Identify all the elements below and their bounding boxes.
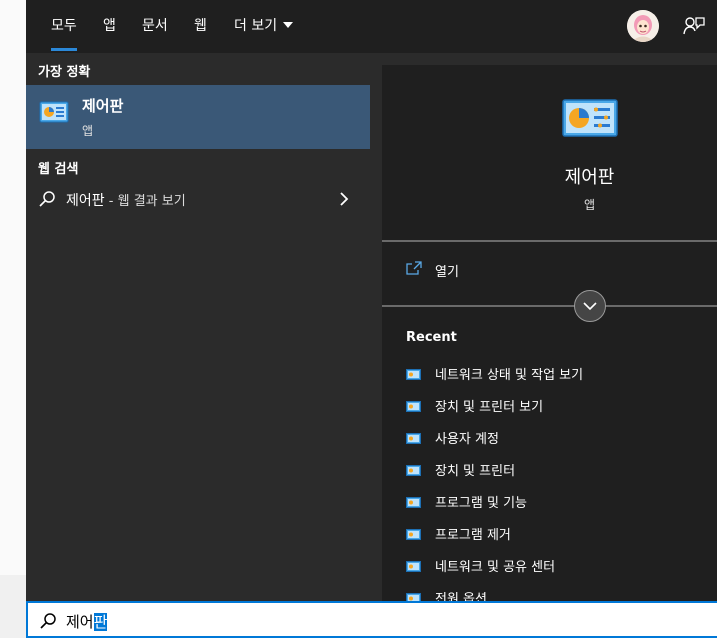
chevron-down-icon bbox=[283, 22, 294, 28]
recent-item[interactable]: 사용자 계정 bbox=[382, 424, 717, 452]
control-panel-small-icon bbox=[406, 397, 421, 412]
control-panel-small-icon bbox=[406, 557, 421, 572]
preview-subtitle: 앱 bbox=[583, 198, 596, 212]
tab-documents[interactable]: 문서 bbox=[142, 0, 168, 53]
tab-apps[interactable]: 앱 bbox=[103, 0, 116, 53]
web-result-query: 제어판 bbox=[66, 193, 105, 209]
divider bbox=[382, 240, 717, 242]
start-search-panel: 모두 앱 문서 웹 더 보기 가장 정확 제어판 앱 웹 검색 제어판 - 웹 … bbox=[26, 0, 717, 601]
preview-pane: 제어판 앱 열기 Recent 네트워크 상태 및 작업 보기 장치 및 프린터… bbox=[382, 65, 717, 601]
best-match-title: 제어판 bbox=[82, 97, 124, 115]
control-panel-small-icon bbox=[406, 589, 421, 601]
control-panel-small-icon bbox=[406, 493, 421, 508]
web-search-result[interactable]: 제어판 - 웹 결과 보기 bbox=[26, 185, 370, 213]
control-panel-large-icon bbox=[562, 99, 618, 137]
recent-item-label: 전원 옵션 bbox=[435, 592, 487, 601]
search-typed-text: 제어 bbox=[66, 613, 94, 631]
recent-item[interactable]: 네트워크 및 공유 센터 bbox=[382, 552, 717, 580]
best-match-subtitle: 앱 bbox=[82, 124, 94, 138]
recent-item-label: 사용자 계정 bbox=[435, 432, 499, 447]
divider bbox=[382, 305, 717, 307]
recent-item[interactable]: 프로그램 및 기능 bbox=[382, 488, 717, 516]
open-label: 열기 bbox=[435, 265, 459, 280]
recent-heading: Recent bbox=[406, 330, 457, 345]
best-match-result[interactable]: 제어판 앱 bbox=[26, 85, 370, 149]
web-search-heading: 웹 검색 bbox=[38, 162, 79, 177]
results-list: 가장 정확 제어판 앱 웹 검색 제어판 - 웹 결과 보기 bbox=[26, 53, 370, 601]
search-icon bbox=[39, 612, 57, 630]
search-box[interactable]: 제어판 bbox=[26, 601, 717, 638]
tab-more[interactable]: 더 보기 bbox=[234, 0, 294, 53]
preview-title: 제어판 bbox=[564, 167, 615, 188]
best-match-heading: 가장 정확 bbox=[38, 65, 91, 80]
control-panel-small-icon bbox=[406, 525, 421, 540]
web-result-suffix: - 웹 결과 보기 bbox=[104, 194, 186, 209]
recent-item-label: 네트워크 및 공유 센터 bbox=[435, 560, 556, 575]
feedback-icon[interactable] bbox=[682, 14, 706, 38]
tab-all[interactable]: 모두 bbox=[51, 0, 77, 53]
control-panel-small-icon bbox=[406, 461, 421, 476]
open-button[interactable]: 열기 bbox=[382, 253, 717, 287]
chevron-right-icon[interactable] bbox=[338, 191, 350, 207]
search-selected-text: 판 bbox=[93, 613, 108, 631]
recent-item-label: 장치 및 프린터 bbox=[435, 464, 516, 479]
filter-tab-bar: 모두 앱 문서 웹 더 보기 bbox=[26, 0, 717, 53]
chevron-down-icon bbox=[583, 302, 597, 311]
recent-item[interactable]: 프로그램 제거 bbox=[382, 520, 717, 548]
user-avatar-icon bbox=[627, 10, 659, 42]
search-icon bbox=[38, 190, 56, 208]
control-panel-small-icon bbox=[406, 365, 421, 380]
recent-item-label: 장치 및 프린터 보기 bbox=[435, 400, 544, 415]
control-panel-icon bbox=[39, 100, 69, 124]
search-input[interactable]: 제어판 bbox=[66, 611, 108, 632]
recent-item-label: 프로그램 및 기능 bbox=[435, 496, 527, 511]
desktop-background-bottom bbox=[0, 575, 26, 638]
recent-item-label: 프로그램 제거 bbox=[435, 528, 511, 543]
tab-web[interactable]: 웹 bbox=[194, 0, 207, 53]
expand-button[interactable] bbox=[574, 290, 606, 322]
avatar[interactable] bbox=[627, 10, 659, 42]
recent-item[interactable]: 전원 옵션 bbox=[382, 584, 717, 601]
recent-item-label: 네트워크 상태 및 작업 보기 bbox=[435, 368, 584, 383]
open-external-icon bbox=[406, 260, 422, 275]
web-result-text: 제어판 - 웹 결과 보기 bbox=[66, 190, 186, 210]
control-panel-small-icon bbox=[406, 429, 421, 444]
recent-item[interactable]: 장치 및 프린터 보기 bbox=[382, 392, 717, 420]
recent-item[interactable]: 장치 및 프린터 bbox=[382, 456, 717, 484]
recent-item[interactable]: 네트워크 상태 및 작업 보기 bbox=[382, 360, 717, 388]
desktop-background bbox=[0, 0, 26, 575]
